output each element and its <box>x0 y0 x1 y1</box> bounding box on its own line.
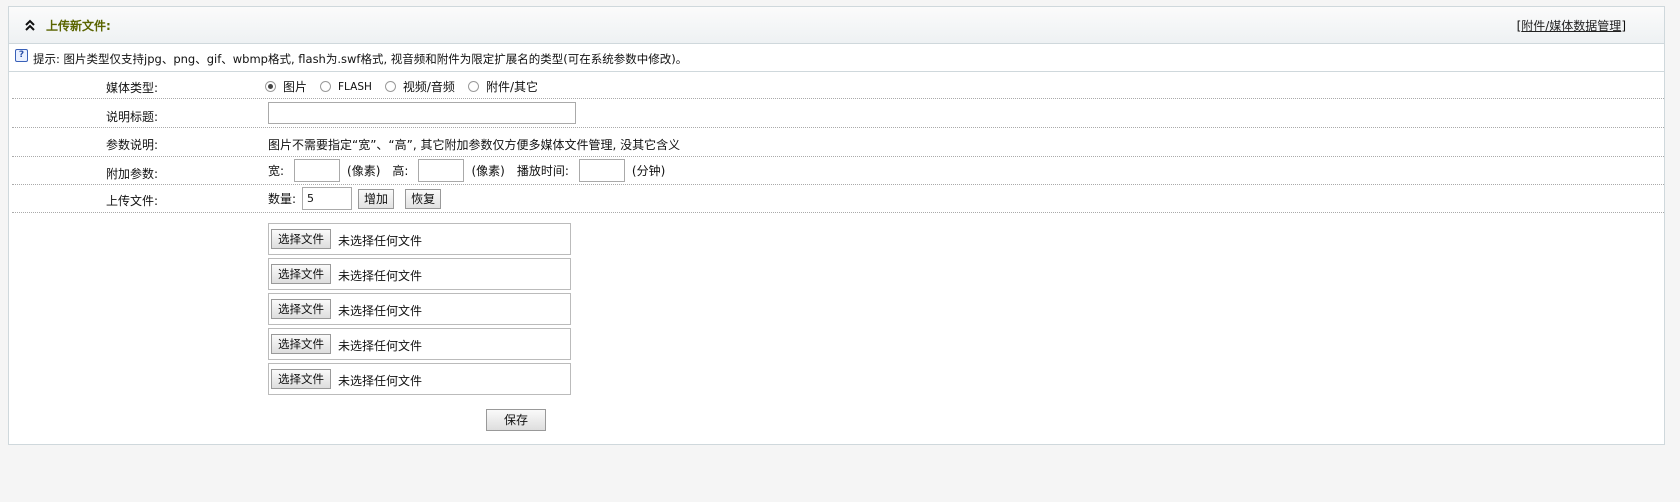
extra-params-row: 附加参数: 宽: (像素) 高: (像素) 播放时间: (分钟) <box>12 157 1664 185</box>
count-label: 数量: <box>268 192 297 206</box>
file-status: 未选择任何文件 <box>338 269 423 283</box>
file-status: 未选择任何文件 <box>338 374 423 388</box>
width-unit: (像素) <box>347 164 381 178</box>
param-desc-label: 参数说明: <box>106 138 159 152</box>
save-button[interactable]: 保存 <box>486 409 546 431</box>
extra-params-field: 宽: (像素) 高: (像素) 播放时间: (分钟) <box>268 159 665 182</box>
file-input-4[interactable]: 选择文件 未选择任何文件 <box>268 328 571 360</box>
param-desc-field: 图片不需要指定“宽”、“高”, 其它附加参数仅方便多媒体文件管理, 没其它含义 <box>268 136 680 153</box>
title-label: 说明标题: <box>106 110 159 124</box>
media-manage-link-text[interactable]: 附件/媒体数据管理 <box>1521 19 1621 33</box>
file-input-5[interactable]: 选择文件 未选择任何文件 <box>268 363 571 395</box>
help-icon: ? <box>15 49 28 62</box>
height-unit: (像素) <box>471 164 505 178</box>
file-input-3[interactable]: 选择文件 未选择任何文件 <box>268 293 571 325</box>
media-type-row: 媒体类型: 图片 FLASH 视频/音频 附件/其它 <box>12 72 1664 99</box>
panel-title: 上传新文件: <box>46 19 111 33</box>
choose-file-button[interactable]: 选择文件 <box>271 229 331 249</box>
radio-image[interactable]: 图片 <box>265 78 307 95</box>
play-time-label: 播放时间: <box>516 164 569 178</box>
file-input-1[interactable]: 选择文件 未选择任何文件 <box>268 223 571 255</box>
param-desc-row: 参数说明: 图片不需要指定“宽”、“高”, 其它附加参数仅方便多媒体文件管理, … <box>12 128 1664 157</box>
title-input[interactable] <box>268 102 576 124</box>
radio-image-control[interactable] <box>265 81 276 92</box>
radio-image-label: 图片 <box>283 80 308 94</box>
upload-label: 上传文件: <box>106 194 159 208</box>
media-type-options: 图片 FLASH 视频/音频 附件/其它 <box>265 78 551 95</box>
width-input[interactable] <box>294 159 341 182</box>
title-field-wrap <box>268 102 576 124</box>
radio-attachment[interactable]: 附件/其它 <box>467 78 538 95</box>
radio-video-audio-label: 视频/音频 <box>402 80 455 94</box>
radio-flash[interactable]: FLASH <box>320 81 372 93</box>
radio-flash-label: FLASH <box>338 80 372 93</box>
count-input[interactable]: 5 <box>302 187 353 210</box>
title-row: 说明标题: <box>12 99 1664 128</box>
radio-video-audio[interactable]: 视频/音频 <box>384 78 455 95</box>
upload-panel: 上传新文件: [附件/媒体数据管理] ? 提示: 图片类型仅支持jpg、png、… <box>8 6 1665 445</box>
radio-attachment-label: 附件/其它 <box>485 80 538 94</box>
hint-text: 提示: 图片类型仅支持jpg、png、gif、wbmp格式, flash为.sw… <box>33 52 688 66</box>
upload-controls: 数量: 5 增加 恢复 <box>268 187 452 210</box>
width-label: 宽: <box>268 164 285 178</box>
height-label: 高: <box>392 164 409 178</box>
choose-file-button[interactable]: 选择文件 <box>271 299 331 319</box>
hint-row: ? 提示: 图片类型仅支持jpg、png、gif、wbmp格式, flash为.… <box>9 44 1664 72</box>
choose-file-button[interactable]: 选择文件 <box>271 334 331 354</box>
reset-button[interactable]: 恢复 <box>405 188 442 209</box>
choose-file-button[interactable]: 选择文件 <box>271 264 331 284</box>
radio-attachment-control[interactable] <box>467 81 479 92</box>
collapse-icon[interactable] <box>23 17 37 33</box>
file-status: 未选择任何文件 <box>338 234 423 248</box>
choose-file-button[interactable]: 选择文件 <box>271 369 331 389</box>
upload-row: 上传文件: 数量: 5 增加 恢复 <box>12 185 1664 213</box>
play-time-unit: (分钟) <box>631 164 666 178</box>
radio-video-audio-control[interactable] <box>384 81 396 92</box>
file-input-2[interactable]: 选择文件 未选择任何文件 <box>268 258 571 290</box>
param-desc-text: 图片不需要指定“宽”、“高”, 其它附加参数仅方便多媒体文件管理, 没其它含义 <box>268 138 681 152</box>
play-time-input[interactable] <box>578 159 625 182</box>
extra-params-label: 附加参数: <box>106 167 159 181</box>
add-button[interactable]: 增加 <box>358 188 395 209</box>
file-status: 未选择任何文件 <box>338 304 423 318</box>
bracket-close: ] <box>1621 19 1626 33</box>
radio-flash-control[interactable] <box>320 81 332 92</box>
file-status: 未选择任何文件 <box>338 339 423 353</box>
media-type-label: 媒体类型: <box>106 81 159 95</box>
height-input[interactable] <box>418 159 465 182</box>
panel-header: 上传新文件: [附件/媒体数据管理] <box>9 7 1664 44</box>
media-manage-link: [附件/媒体数据管理] <box>1517 17 1626 34</box>
